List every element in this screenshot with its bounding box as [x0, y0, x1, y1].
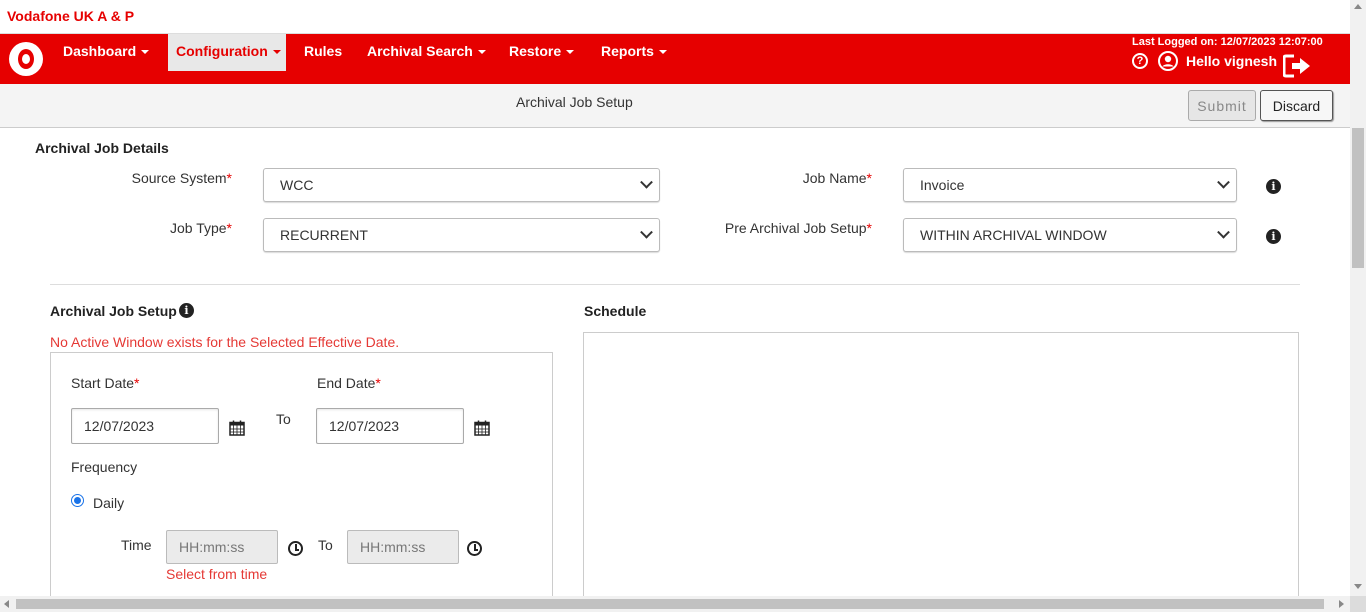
page-subheader: Archival Job Setup Submit Discard: [0, 84, 1350, 128]
active-window-error: No Active Window exists for the Selected…: [50, 334, 400, 350]
user-avatar-icon[interactable]: [1158, 51, 1178, 71]
chevron-down-icon: [566, 50, 575, 54]
page-title: Archival Job Setup: [516, 94, 633, 110]
discard-button[interactable]: Discard: [1260, 90, 1333, 121]
source-system-label: Source System*: [131, 170, 232, 186]
app-title-bar: Vodafone UK A & P: [0, 0, 1350, 34]
nav-restore[interactable]: Restore: [501, 34, 582, 71]
frequency-daily-label: Daily: [93, 495, 125, 511]
last-logged-text: Last Logged on: 12/07/2023 12:07:00: [1132, 36, 1323, 48]
chevron-down-icon: [272, 50, 281, 54]
vertical-scroll-thumb[interactable]: [1352, 128, 1364, 268]
chevron-down-icon: [477, 50, 486, 54]
date-to-label: To: [276, 411, 291, 427]
scroll-up-icon[interactable]: [1354, 4, 1362, 9]
end-date-label: End Date*: [317, 375, 381, 391]
scroll-down-icon[interactable]: [1354, 584, 1362, 589]
setup-info-icon[interactable]: i: [179, 303, 194, 318]
scroll-left-icon[interactable]: [4, 600, 9, 608]
nav-reports[interactable]: Reports: [593, 34, 675, 71]
time-label: Time: [121, 537, 152, 553]
calendar-icon[interactable]: [229, 420, 245, 436]
time-error: Select from time: [166, 566, 268, 582]
job-type-label: Job Type*: [169, 220, 232, 236]
source-system-select[interactable]: WCC: [263, 168, 660, 202]
nav-archival-search[interactable]: Archival Search: [359, 34, 494, 71]
nav-rules[interactable]: Rules: [296, 34, 350, 71]
setup-panel: [50, 352, 553, 612]
vertical-scrollbar[interactable]: [1350, 0, 1366, 596]
time-from-input[interactable]: HH:mm:ss: [166, 530, 278, 564]
chevron-down-icon: [658, 50, 667, 54]
nav-dashboard[interactable]: Dashboard: [55, 34, 157, 71]
vodafone-logo-icon[interactable]: [9, 42, 43, 76]
job-name-label: Job Name*: [802, 170, 872, 186]
horizontal-scroll-thumb[interactable]: [16, 599, 1324, 609]
job-type-select[interactable]: RECURRENT: [263, 218, 660, 252]
job-name-info-icon[interactable]: i: [1266, 179, 1281, 194]
submit-button[interactable]: Submit: [1188, 90, 1256, 121]
help-icon[interactable]: ?: [1132, 53, 1148, 69]
main-navbar: Dashboard Configuration Rules Archival S…: [0, 34, 1350, 84]
logout-icon[interactable]: [1283, 54, 1311, 78]
start-date-label: Start Date*: [71, 375, 140, 391]
pre-archival-label: Pre Archival Job Setup*: [724, 220, 872, 236]
pre-archival-select[interactable]: WITHIN ARCHIVAL WINDOW: [903, 218, 1237, 252]
nav-configuration[interactable]: Configuration: [168, 34, 286, 71]
pre-archival-info-icon[interactable]: i: [1266, 229, 1281, 244]
chevron-down-icon: [1217, 225, 1230, 239]
end-date-input[interactable]: 12/07/2023: [316, 408, 464, 444]
setup-heading: Archival Job Setup: [50, 303, 177, 319]
calendar-icon[interactable]: [474, 420, 490, 436]
job-details-heading: Archival Job Details: [35, 140, 169, 156]
user-greeting: Hello vignesh: [1186, 53, 1278, 69]
scrollbar-corner: [1350, 596, 1366, 612]
chevron-down-icon: [640, 225, 653, 239]
schedule-panel: [583, 332, 1299, 612]
horizontal-scrollbar[interactable]: [0, 596, 1350, 612]
time-to-label: To: [318, 537, 333, 553]
frequency-label: Frequency: [71, 459, 138, 475]
scroll-right-icon[interactable]: [1339, 600, 1344, 608]
chevron-down-icon: [141, 50, 150, 54]
clock-icon[interactable]: [467, 541, 482, 556]
clock-icon[interactable]: [288, 541, 303, 556]
time-to-input[interactable]: HH:mm:ss: [347, 530, 459, 564]
start-date-input[interactable]: 12/07/2023: [71, 408, 219, 444]
chevron-down-icon: [1217, 175, 1230, 189]
section-divider: [50, 284, 1300, 285]
schedule-heading: Schedule: [584, 303, 647, 319]
frequency-daily-radio[interactable]: [71, 494, 84, 507]
job-name-select[interactable]: Invoice: [903, 168, 1237, 202]
chevron-down-icon: [640, 175, 653, 189]
app-title: Vodafone UK A & P: [7, 8, 135, 24]
